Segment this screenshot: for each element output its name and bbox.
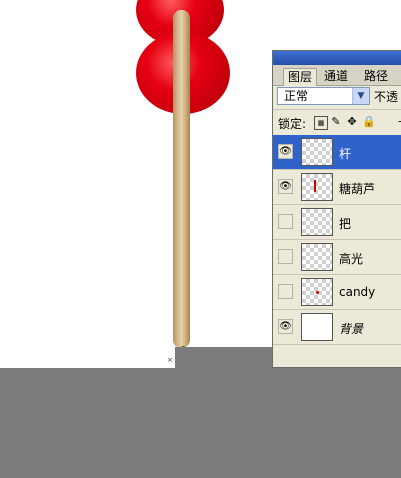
- layer-name: 杆: [339, 147, 352, 161]
- thumb-red-line: [314, 180, 316, 192]
- panel-title-bar[interactable]: [273, 51, 401, 65]
- canvas-mark: ×: [167, 356, 173, 364]
- move-icon[interactable]: ✥: [346, 116, 358, 128]
- tab-layers[interactable]: 图层: [283, 68, 318, 86]
- lock-label: 锁定:: [278, 117, 307, 131]
- thumb-red-dot: [316, 291, 319, 294]
- workspace-background: [175, 347, 273, 368]
- layer-name: 糖葫芦: [339, 182, 376, 196]
- layer-thumbnail: [301, 208, 333, 236]
- layer-thumbnail: [301, 138, 333, 166]
- visibility-toggle-empty[interactable]: [278, 249, 293, 264]
- layer-name: candy: [339, 285, 376, 299]
- layer-row[interactable]: 高光: [273, 240, 401, 275]
- visibility-toggle-empty[interactable]: [278, 284, 293, 299]
- layer-thumbnail: [301, 243, 333, 271]
- layer-thumbnail: [301, 313, 333, 341]
- tab-paths[interactable]: 路径: [360, 68, 392, 85]
- lock-row: 锁定: ▦ ✎ ✥ 🔒 +: [273, 109, 401, 137]
- layer-row[interactable]: 👁 背景: [273, 310, 401, 345]
- layer-row[interactable]: 把: [273, 205, 401, 240]
- layer-name: 把: [339, 217, 352, 231]
- layers-list: 👁 杆 👁 糖葫芦 把 高光 candy 👁 背景: [273, 135, 401, 345]
- opacity-label: 不透: [374, 90, 399, 104]
- brush-icon[interactable]: ✎: [330, 116, 342, 128]
- panel-tabs: 图层 通道 路径: [273, 65, 401, 86]
- layer-name: 背景: [339, 322, 364, 336]
- visibility-toggle-empty[interactable]: [278, 214, 293, 229]
- layer-name: 高光: [339, 252, 364, 266]
- lock-transparency-icon[interactable]: ▦: [314, 116, 328, 130]
- blend-mode-row: 正常 ▼ 不透: [273, 85, 401, 109]
- fill-icon: +: [396, 116, 401, 128]
- layer-row[interactable]: 👁 糖葫芦: [273, 170, 401, 205]
- layers-panel: 图层 通道 路径 正常 ▼ 不透 锁定: ▦ ✎ ✥ 🔒 + 👁 杆 👁 糖葫芦: [272, 50, 401, 368]
- eye-icon[interactable]: 👁: [278, 179, 293, 194]
- layer-row[interactable]: candy: [273, 275, 401, 310]
- eye-icon[interactable]: 👁: [278, 319, 293, 334]
- blend-mode-select[interactable]: 正常 ▼: [277, 87, 370, 105]
- lock-icon[interactable]: 🔒: [362, 116, 376, 128]
- layer-thumbnail: [301, 278, 333, 306]
- tab-channels[interactable]: 通道: [320, 68, 352, 85]
- eye-icon[interactable]: 👁: [278, 144, 293, 159]
- chevron-down-icon[interactable]: ▼: [352, 88, 369, 104]
- candy-stick: [173, 10, 190, 348]
- layer-thumbnail: [301, 173, 333, 201]
- blend-mode-value: 正常: [284, 89, 309, 103]
- layer-row[interactable]: 👁 杆: [273, 135, 401, 170]
- workspace-background: [0, 368, 401, 478]
